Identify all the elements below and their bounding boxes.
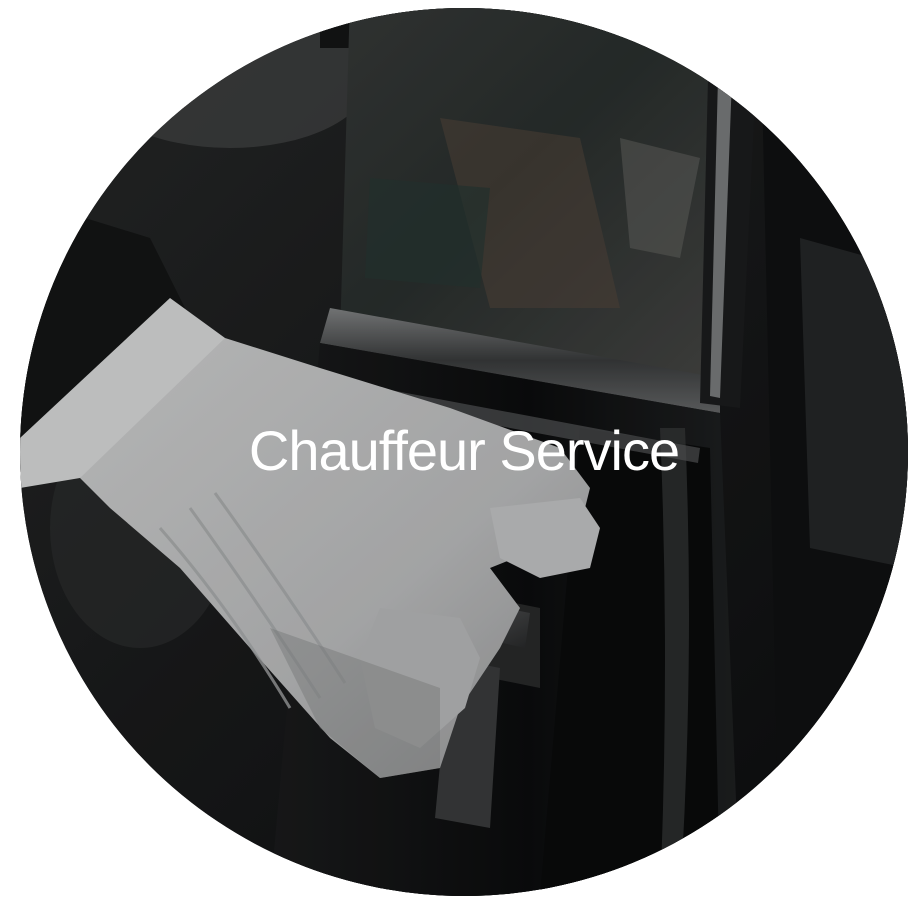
page: Chauffeur Service (0, 0, 908, 901)
chauffeur-service-tile[interactable]: Chauffeur Service (20, 8, 908, 896)
tile-title: Chauffeur Service (248, 419, 680, 482)
